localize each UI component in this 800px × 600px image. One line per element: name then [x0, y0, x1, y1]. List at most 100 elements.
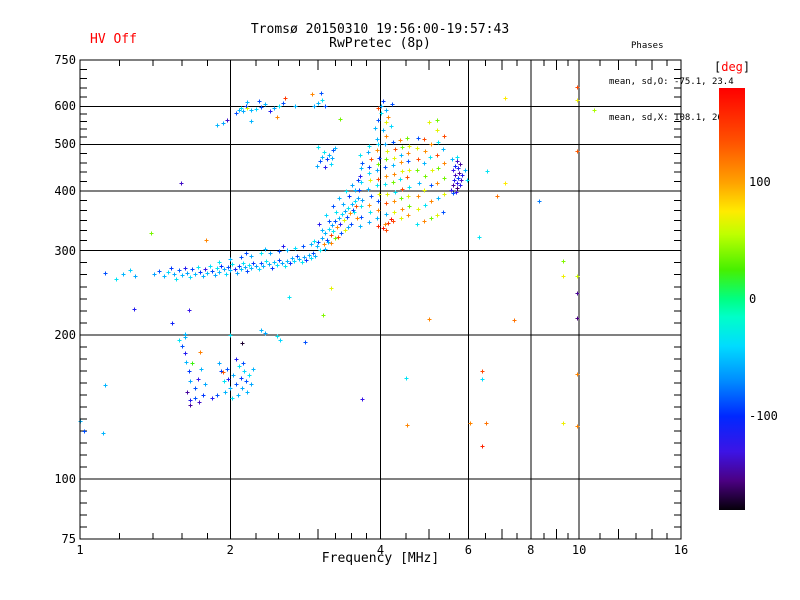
data-point: [179, 181, 184, 186]
data-point: [423, 174, 428, 179]
data-point: [221, 121, 226, 126]
data-point: [247, 373, 252, 378]
data-point: [376, 224, 381, 229]
data-point: [503, 181, 508, 186]
data-point: [429, 199, 434, 204]
data-point: [358, 174, 363, 179]
data-point: [268, 251, 273, 256]
data-point: [416, 136, 421, 141]
data-point: [224, 272, 229, 277]
data-point: [375, 216, 380, 221]
data-point: [101, 431, 106, 436]
data-point: [416, 207, 421, 212]
data-points-layer: [78, 85, 597, 449]
data-point: [429, 216, 434, 221]
data-point: [383, 182, 388, 187]
data-point: [183, 351, 188, 356]
data-point: [244, 379, 249, 384]
data-point: [228, 257, 233, 262]
data-point: [406, 194, 411, 199]
data-point: [268, 109, 273, 114]
data-point: [349, 222, 354, 227]
data-point: [368, 210, 373, 215]
data-point: [342, 218, 347, 223]
data-point: [132, 307, 137, 312]
data-point: [369, 194, 374, 199]
data-point: [213, 273, 218, 278]
data-point: [217, 270, 222, 275]
data-point: [287, 295, 292, 300]
data-point: [435, 118, 440, 123]
data-point: [405, 175, 410, 180]
data-point: [427, 120, 432, 125]
data-point: [193, 272, 198, 277]
data-point: [398, 138, 403, 143]
data-point: [270, 266, 275, 271]
data-point: [359, 166, 364, 171]
data-point: [385, 192, 390, 197]
data-point: [405, 136, 410, 141]
data-point: [561, 421, 566, 426]
data-point: [404, 376, 409, 381]
data-point: [455, 155, 460, 160]
data-point: [385, 149, 390, 154]
data-point: [187, 308, 192, 313]
data-point: [128, 268, 133, 273]
y-tick-label: 750: [54, 53, 76, 67]
data-point: [435, 153, 440, 158]
data-point: [423, 149, 428, 154]
colorbar-bracket-right: ]: [742, 60, 751, 74]
data-point: [441, 210, 446, 215]
data-point: [235, 271, 240, 276]
data-point: [239, 255, 244, 260]
data-point: [398, 177, 403, 182]
data-point: [198, 270, 203, 275]
data-point: [317, 222, 322, 227]
data-point: [187, 369, 192, 374]
data-point: [281, 244, 286, 249]
data-point: [312, 239, 317, 244]
x-tick-label: 6: [464, 543, 472, 557]
data-point: [234, 111, 239, 116]
data-point: [185, 271, 190, 276]
data-point: [183, 266, 188, 271]
data-point: [277, 104, 282, 109]
data-point: [240, 386, 245, 391]
data-point: [376, 118, 381, 123]
data-point: [210, 396, 215, 401]
data-point: [201, 393, 206, 398]
data-point: [392, 172, 397, 177]
data-point: [337, 216, 342, 221]
data-point: [391, 163, 396, 168]
data-point: [375, 168, 380, 173]
data-point: [399, 160, 404, 165]
data-point: [480, 377, 485, 382]
data-point: [422, 161, 427, 166]
data-point: [133, 274, 138, 279]
data-point: [320, 236, 325, 241]
data-point: [407, 168, 412, 173]
data-point: [442, 192, 447, 197]
data-point: [367, 220, 372, 225]
data-point: [329, 162, 334, 167]
data-point: [442, 134, 447, 139]
data-point: [275, 263, 280, 268]
data-point: [427, 317, 432, 322]
data-point: [391, 180, 396, 185]
data-point: [406, 213, 411, 218]
data-point: [407, 144, 412, 149]
data-point: [415, 146, 420, 151]
data-point: [300, 260, 305, 265]
data-point: [188, 398, 193, 403]
data-point: [353, 199, 358, 204]
data-point: [188, 403, 193, 408]
data-point: [373, 126, 378, 131]
data-point: [330, 223, 335, 228]
data-point: [390, 102, 395, 107]
data-point: [537, 199, 542, 204]
data-point: [251, 367, 256, 372]
data-point: [451, 183, 456, 188]
data-point: [561, 259, 566, 264]
data-point: [503, 96, 508, 101]
data-point: [441, 147, 446, 152]
